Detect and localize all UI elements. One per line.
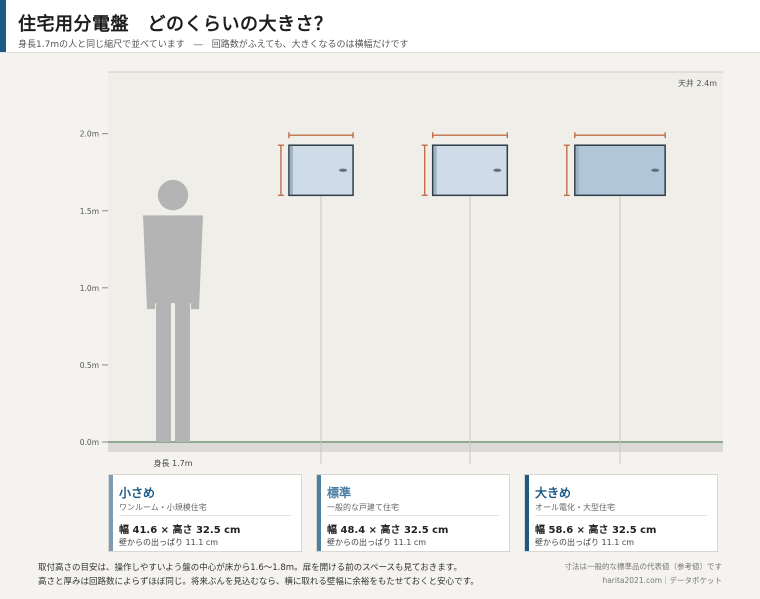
card-dimensions: 幅 48.4 × 高さ 32.5 cm <box>327 525 449 536</box>
card-depth: 壁からの出っぱり 11.1 cm <box>535 538 635 547</box>
panel-card-large: 大きめ オール電化・大型住宅 幅 58.6 × 高さ 32.5 cm 壁からの出… <box>524 474 718 552</box>
card-description: ワンルーム・小規模住宅 <box>119 503 207 512</box>
card-depth: 壁からの出っぱり 11.1 cm <box>119 538 219 547</box>
card-description: オール電化・大型住宅 <box>535 503 615 512</box>
panel-handle <box>493 168 502 172</box>
card-divider <box>119 515 291 516</box>
card-accent-bar <box>525 475 529 551</box>
panel-card-standard: 標準 一般的な戸建て住宅 幅 48.4 × 高さ 32.5 cm 壁からの出っぱ… <box>316 474 510 552</box>
y-tick-label: 0.5m <box>80 361 99 370</box>
panel-handle <box>339 168 348 172</box>
y-tick-label: 2.0m <box>80 130 99 139</box>
card-divider <box>327 515 499 516</box>
panel-card-small: 小さめ ワンルーム・小規模住宅 幅 41.6 × 高さ 32.5 cm 壁からの… <box>108 474 302 552</box>
floor-area <box>108 442 723 452</box>
card-accent-bar <box>109 475 113 551</box>
card-divider <box>535 515 707 516</box>
person-left-leg <box>156 301 171 442</box>
card-depth: 壁からの出っぱり 11.1 cm <box>327 538 427 547</box>
y-tick-label: 0.0m <box>80 438 99 447</box>
panel-handle <box>651 168 660 172</box>
page-title: 住宅用分電盤 どのくらいの大きさ？ <box>18 14 333 35</box>
card-name: 大きめ <box>535 486 572 500</box>
card-dimensions: 幅 41.6 × 高さ 32.5 cm <box>119 525 241 536</box>
footer-note-2: 高さと厚みは回路数によらずほぼ同じ。将来ぶんを見込むなら、横に取れる壁幅に余裕を… <box>38 577 479 587</box>
y-tick-label: 1.0m <box>80 284 99 293</box>
panel-side-shade <box>575 146 579 195</box>
panel-side-shade <box>433 146 437 195</box>
source-note: 寸法は一般的な標準品の代表値（参考値）です <box>564 562 723 571</box>
person-height-label: 身長 1.7m <box>153 458 192 468</box>
card-name: 小さめ <box>119 486 156 500</box>
source-credit: harita2021.com｜データポケット <box>602 576 722 585</box>
card-dimensions: 幅 58.6 × 高さ 32.5 cm <box>535 525 657 536</box>
card-accent-bar <box>317 475 321 551</box>
page-subtitle: 身長1.7mの人と同じ縮尺で並べています ― 回路数がふえても、大きくなるのは横… <box>18 40 409 50</box>
header-accent-bar <box>0 0 6 52</box>
panel-side-shade <box>289 146 293 195</box>
person-torso <box>143 215 203 310</box>
card-description: 一般的な戸建て住宅 <box>327 503 399 512</box>
header: 住宅用分電盤 どのくらいの大きさ？ 身長1.7mの人と同じ縮尺で並べています ―… <box>0 0 760 53</box>
person-right-leg <box>175 301 190 442</box>
ceiling-label: 天井 2.4m <box>678 78 717 88</box>
scale-diagram: 天井 2.4m 0.0m 0.5m 1.0m 1.5m 2.0m 身長 1.7m <box>80 71 723 468</box>
person-head <box>157 179 189 211</box>
card-name: 標準 <box>327 486 352 500</box>
y-tick-label: 1.5m <box>80 207 99 216</box>
footer-note-1: 取付高さの目安は、操作しやすいよう盤の中心が床から1.6〜1.8m。扉を開ける前… <box>38 563 462 573</box>
